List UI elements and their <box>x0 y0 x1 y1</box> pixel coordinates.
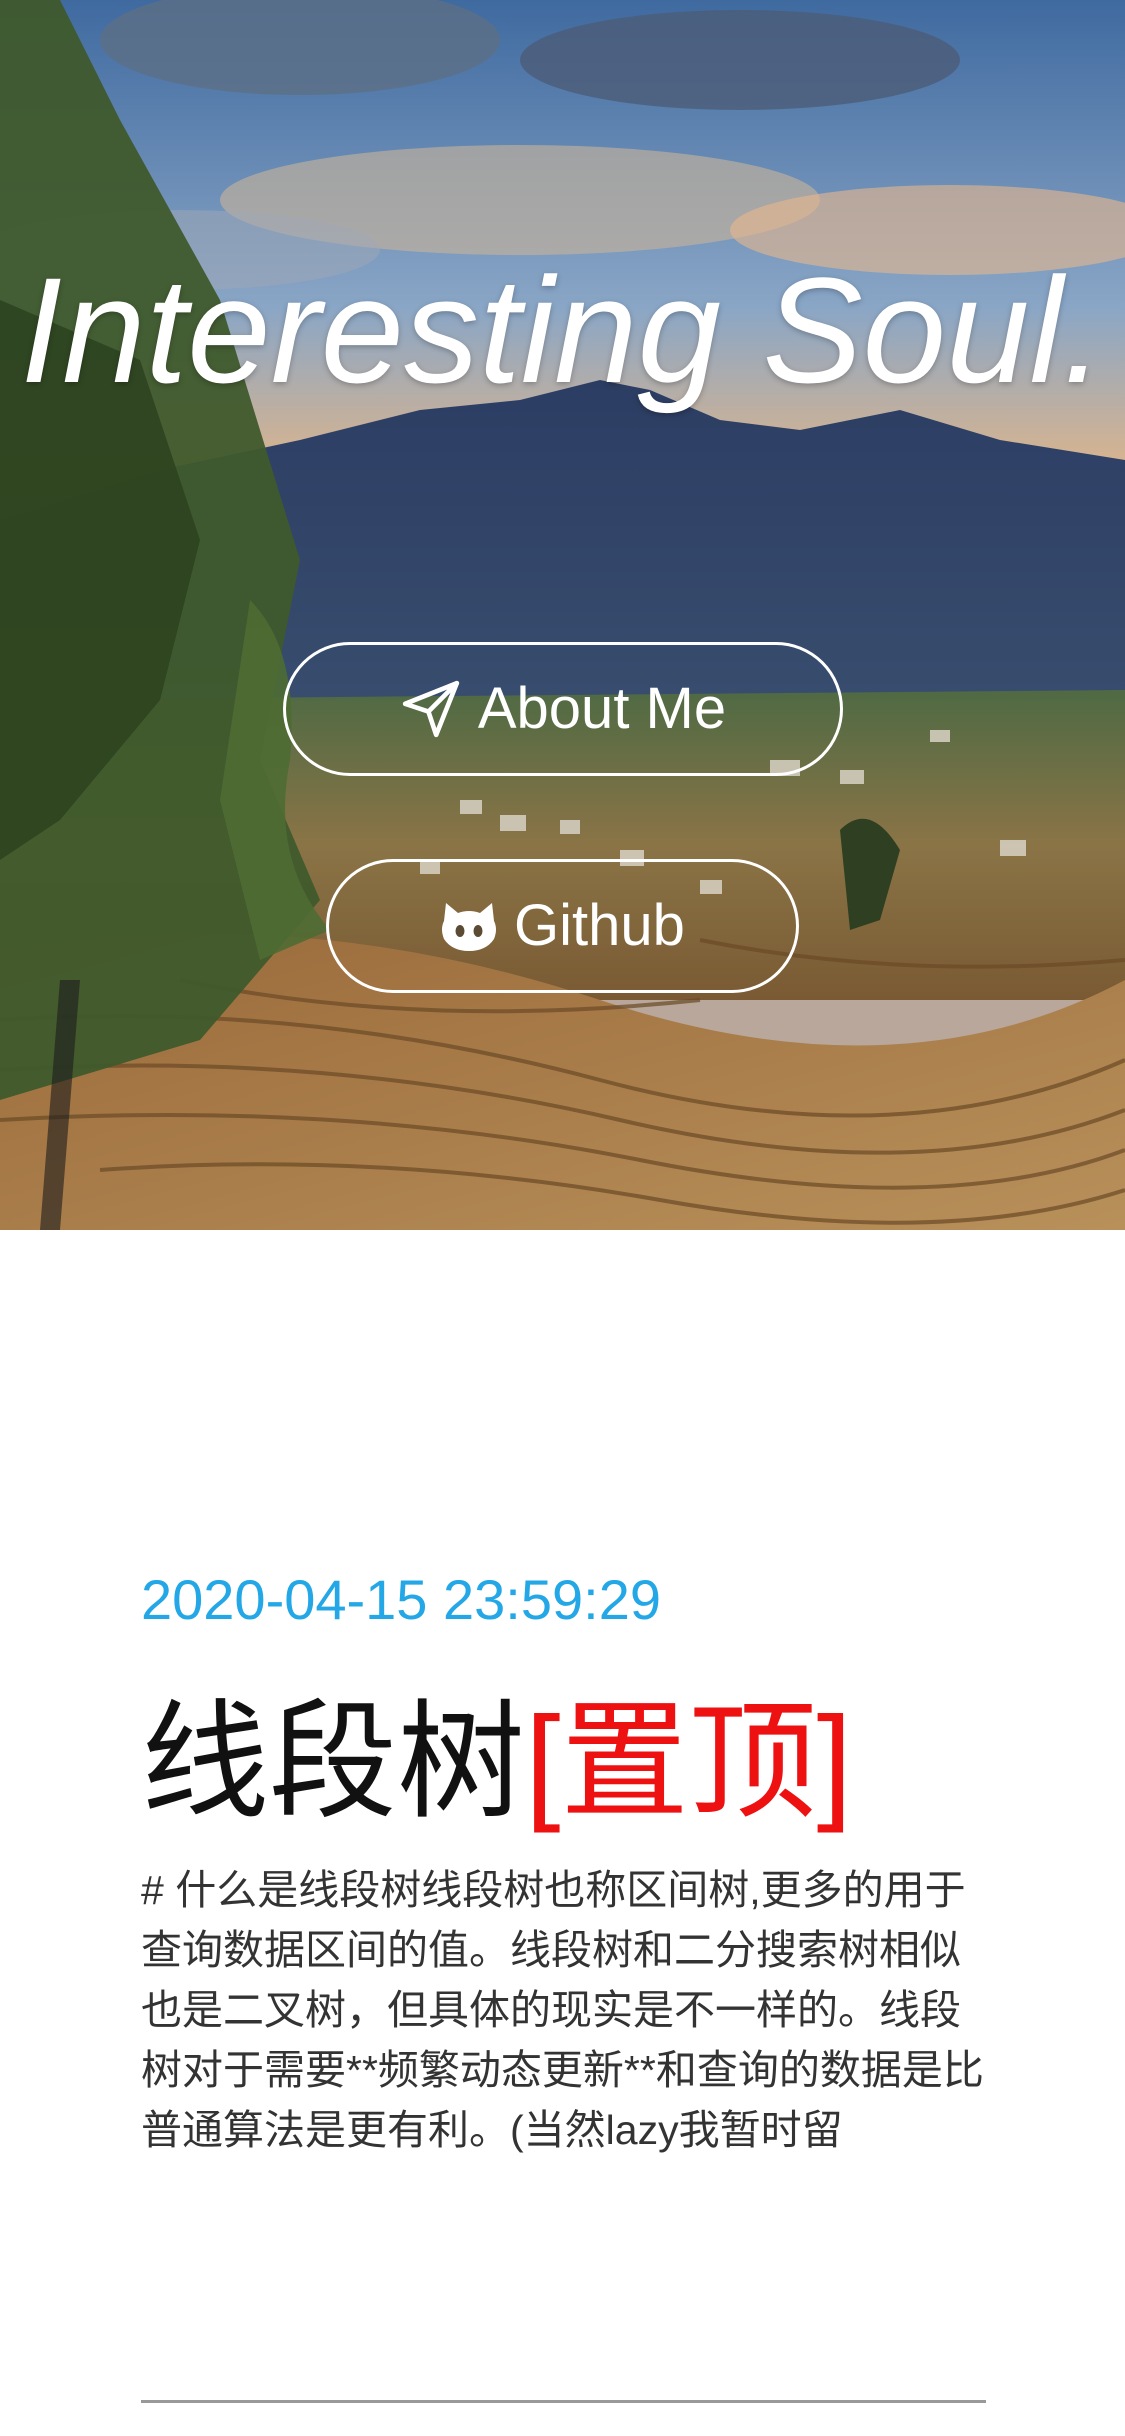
hero-background-image <box>0 0 1125 1230</box>
pinned-tag: [置顶] <box>525 1691 853 1834</box>
post-excerpt: # 什么是线段树线段树也称区间树,更多的用于查询数据区间的值。线段树和二分搜索树… <box>141 1867 984 2153</box>
about-me-button[interactable]: About Me <box>283 642 843 776</box>
github-button[interactable]: Github <box>326 859 799 993</box>
paper-plane-icon <box>400 678 462 740</box>
post-date: 2020-04-15 23:59:29 <box>141 1568 661 1631</box>
post-title-text: 线段树 <box>141 1691 526 1834</box>
hero-banner: Interesting Soul. About Me Github <box>0 0 1125 1230</box>
post-card[interactable]: 2020-04-15 23:59:29 线段树[置顶] # 什么是线段树线段树也… <box>141 1560 986 2160</box>
divider <box>141 2400 986 2403</box>
github-cat-icon <box>440 899 498 953</box>
about-me-label: About Me <box>477 676 727 741</box>
github-label: Github <box>514 893 685 958</box>
hero-title: Interesting Soul. <box>20 246 1105 414</box>
post-title[interactable]: 线段树[置顶] <box>141 1688 986 1838</box>
